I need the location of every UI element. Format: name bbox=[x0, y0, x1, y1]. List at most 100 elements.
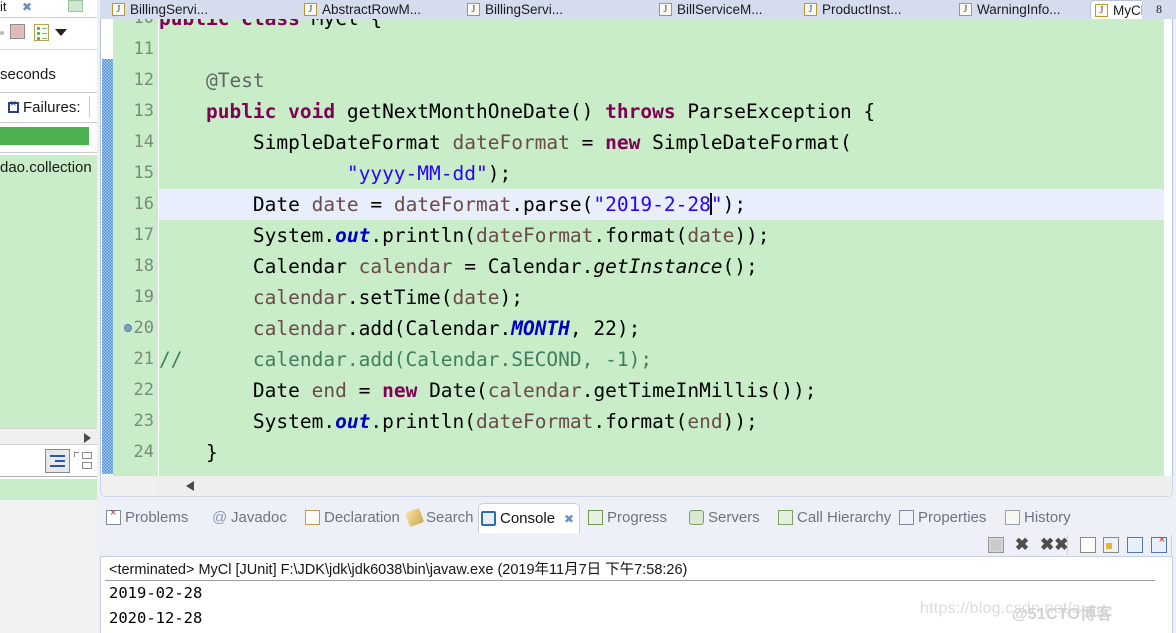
servers-icon bbox=[689, 510, 704, 525]
layout-icon[interactable] bbox=[74, 451, 93, 471]
watermark-brand: @51CTO博客 bbox=[1012, 606, 1113, 623]
close-icon[interactable]: ✖ bbox=[564, 504, 574, 535]
editor-tab-productinst[interactable]: J ProductInst... bbox=[800, 0, 922, 19]
display-console-icon[interactable] bbox=[1151, 534, 1167, 553]
editor-tab-overflow-count[interactable]: 8 bbox=[1142, 0, 1176, 19]
divider bbox=[0, 152, 97, 153]
java-file-icon: J bbox=[804, 3, 817, 16]
junit-results-tree[interactable]: dao.collection bbox=[0, 155, 97, 435]
rerun-icon[interactable] bbox=[0, 31, 4, 35]
chevron-down-icon[interactable] bbox=[55, 29, 67, 36]
terminate-icon[interactable] bbox=[988, 537, 1004, 553]
tab-javadoc[interactable]: @ Javadoc bbox=[210, 503, 287, 533]
tab-properties[interactable]: Properties bbox=[897, 503, 986, 533]
line-number: 24 bbox=[133, 442, 154, 462]
java-file-icon: J bbox=[467, 3, 480, 16]
tab-progress[interactable]: Progress bbox=[586, 503, 667, 533]
test-list-icon[interactable] bbox=[34, 24, 49, 41]
tab-problems[interactable]: Problems bbox=[104, 498, 188, 533]
line-number: 21 bbox=[133, 349, 154, 369]
annotation-ruler[interactable] bbox=[101, 19, 113, 476]
tab-history[interactable]: History bbox=[1003, 503, 1071, 533]
junit-seconds-label: seconds bbox=[0, 66, 56, 83]
scrollbar-trough[interactable] bbox=[156, 477, 1172, 495]
scroll-lock-icon[interactable] bbox=[1103, 537, 1119, 553]
line-number: 20 bbox=[133, 318, 154, 338]
code-line[interactable]: SimpleDateFormat dateFormat = new Simple… bbox=[159, 127, 1172, 158]
line-number: 11 bbox=[133, 39, 154, 59]
editor-tab-warninginfo[interactable]: J WarningInfo... bbox=[955, 0, 1081, 19]
indent-icon[interactable] bbox=[45, 449, 70, 473]
tab-label: Properties bbox=[918, 509, 987, 526]
divider bbox=[1171, 535, 1172, 555]
code-line[interactable]: @Test bbox=[159, 65, 1172, 96]
code-editor-surface[interactable]: 10 11 12 13 14 15 16 17 18 19 20 21 22 2… bbox=[100, 19, 1173, 476]
line-number: 23 bbox=[133, 411, 154, 431]
code-text-region[interactable]: public class MyCl { @Test public void ge… bbox=[159, 19, 1172, 476]
junit-tree-item[interactable]: dao.collection bbox=[0, 159, 92, 176]
failure-icon bbox=[8, 99, 19, 113]
scroll-left-icon[interactable] bbox=[186, 481, 194, 491]
code-line[interactable]: "yyyy-MM-dd"); bbox=[159, 158, 1172, 189]
bottom-tab-bar: Problems @ Javadoc Declaration Search Co… bbox=[100, 498, 1173, 535]
watermark: https://blog.csdn.net/a @51CTO博客 bbox=[920, 600, 1112, 623]
code-line-comment[interactable]: // calendar.add(Calendar.SECOND, -1); bbox=[159, 344, 1172, 375]
editor-tab-bar: J BillingServi... J AbstractRowM... J Bi… bbox=[100, 0, 1176, 19]
editor-area: J BillingServi... J AbstractRowM... J Bi… bbox=[97, 0, 1176, 500]
editor-tab-abstractrowm[interactable]: J AbstractRowM... bbox=[300, 0, 440, 19]
java-file-icon: J bbox=[1095, 4, 1108, 17]
line-number: 18 bbox=[133, 256, 154, 276]
line-number: 14 bbox=[133, 132, 154, 152]
code-line[interactable]: calendar.setTime(date); bbox=[159, 282, 1172, 313]
tab-label: Search bbox=[426, 509, 474, 526]
editor-tab-billservicem[interactable]: J BillServiceM... bbox=[655, 0, 783, 19]
scroll-right-icon[interactable] bbox=[84, 433, 91, 443]
junit-tab-label[interactable]: it bbox=[0, 0, 7, 14]
code-line-current[interactable]: Date date = dateFormat.parse("2019-2-28"… bbox=[159, 189, 1172, 220]
code-line[interactable] bbox=[159, 34, 1172, 65]
divider bbox=[0, 122, 97, 123]
line-number: 13 bbox=[133, 101, 154, 121]
stop-icon[interactable] bbox=[10, 24, 25, 39]
code-line[interactable]: Date end = new Date(calendar.getTimeInMi… bbox=[159, 375, 1172, 406]
editor-tab-billingservi-1[interactable]: J BillingServi... bbox=[108, 0, 226, 19]
java-file-icon: J bbox=[659, 3, 672, 16]
code-line[interactable]: System.out.println(dateFormat.format(dat… bbox=[159, 220, 1172, 251]
tab-label: Console bbox=[500, 510, 556, 527]
eclipse-ide-window: it ✖ seconds Failures: bbox=[0, 0, 1176, 633]
code-line[interactable]: Calendar calendar = Calendar.getInstance… bbox=[159, 251, 1172, 282]
javadoc-icon: @ bbox=[212, 509, 228, 526]
remove-all-terminated-icon[interactable]: ✖✖ bbox=[1040, 536, 1069, 553]
java-file-icon: J bbox=[112, 3, 125, 16]
java-file-icon: J bbox=[304, 3, 317, 16]
line-number: 17 bbox=[133, 225, 154, 245]
junit-view-toolbar bbox=[0, 19, 97, 45]
junit-horizontal-scrollbar[interactable] bbox=[0, 428, 97, 445]
maximize-icon[interactable] bbox=[68, 0, 83, 12]
tab-declaration[interactable]: Declaration bbox=[303, 503, 400, 533]
junit-tab-strip: it ✖ bbox=[0, 0, 97, 18]
tab-servers[interactable]: Servers bbox=[687, 503, 760, 533]
problems-icon bbox=[106, 498, 121, 528]
code-line[interactable]: public void getNextMonthOneDate() throws… bbox=[159, 96, 1172, 127]
code-line[interactable]: System.out.println(dateFormat.format(end… bbox=[159, 406, 1172, 437]
console-output-line: 2020-12-28 bbox=[109, 609, 203, 627]
remove-launch-icon[interactable]: ✖ bbox=[1014, 536, 1030, 553]
tab-console[interactable]: Console ✖ bbox=[478, 503, 581, 535]
editor-horizontal-scrollbar[interactable] bbox=[100, 476, 1173, 497]
code-line[interactable]: } bbox=[159, 437, 1172, 468]
tab-search[interactable]: Search bbox=[404, 503, 474, 533]
divider bbox=[105, 580, 1155, 581]
code-line[interactable]: public class MyCl { bbox=[159, 19, 1172, 34]
pin-console-icon[interactable] bbox=[1127, 537, 1143, 553]
change-marker-band bbox=[102, 59, 113, 474]
tab-call-hierarchy[interactable]: Call Hierarchy bbox=[776, 503, 891, 533]
clear-console-icon[interactable] bbox=[1080, 537, 1096, 553]
line-number: 10 bbox=[134, 19, 154, 34]
breakpoint-icon[interactable] bbox=[124, 324, 132, 332]
editor-tab-billingservi-2[interactable]: J BillingServi... bbox=[463, 0, 583, 19]
close-icon[interactable]: ✖ bbox=[22, 1, 34, 13]
code-line[interactable]: calendar.add(Calendar.MONTH, 22); bbox=[159, 313, 1172, 344]
tab-label: Javadoc bbox=[231, 509, 287, 526]
overview-ruler[interactable] bbox=[1164, 19, 1172, 476]
